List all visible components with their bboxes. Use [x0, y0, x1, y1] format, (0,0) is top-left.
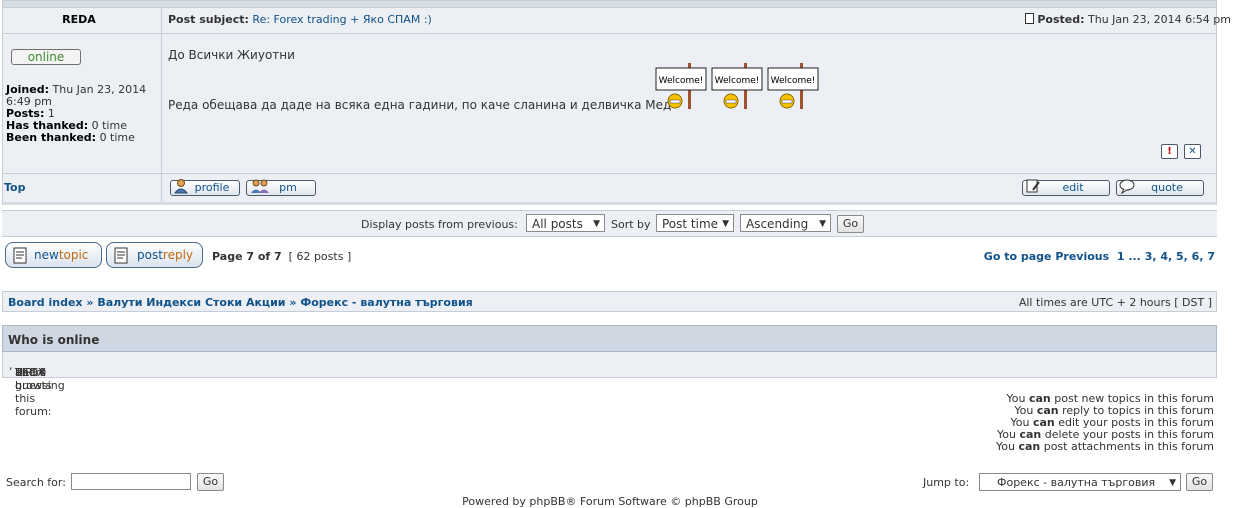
post-subject: Post subject: Re: Forex trading + Яко СП… — [168, 13, 432, 26]
post-body-line2: Реда обещава да даде на всяка една гадин… — [168, 98, 672, 112]
post-author[interactable]: REDA — [0, 13, 158, 26]
who-is-online-title: Who is online — [8, 333, 100, 347]
display-go-button[interactable]: Go — [837, 215, 864, 233]
jump-to-value: Форекс - валутна търговия — [997, 476, 1156, 489]
display-options-bar — [2, 210, 1217, 237]
welcome-smiley-icon: Welcome! — [655, 63, 707, 109]
sort-value: Post time — [662, 217, 719, 231]
dropdown-arrow-icon: ▼ — [593, 219, 600, 229]
post-top-border — [3, 1, 1216, 8]
subject-label: Post subject: — [168, 13, 249, 26]
pagination: Go to page Previous 1 ... 3, 4, 5, 6, 7 — [984, 250, 1215, 263]
order-value: Ascending — [746, 217, 809, 231]
breadcrumb-bar: Board index » Валути Индекси Стоки Акции… — [2, 291, 1217, 312]
jump-to-select[interactable]: Форекс - валутна търговия ▼ — [979, 473, 1181, 491]
document-icon — [114, 247, 128, 264]
page-info: Page 7 of 7 [ 62 posts ] — [212, 250, 351, 263]
post-info-icon[interactable]: ✕ — [1184, 144, 1201, 159]
been-thanked-value: 0 time — [99, 131, 135, 144]
search-input[interactable] — [71, 473, 191, 490]
sort-select[interactable]: Post time ▼ — [656, 214, 734, 232]
new-topic-label: newtopic — [34, 248, 89, 262]
page-links[interactable]: 1 ... 3, 4, 5, 6, 7 — [1117, 250, 1215, 263]
row-divider — [3, 173, 1216, 174]
post-body-line1: До Всички Жиуотни — [168, 48, 295, 62]
goto-page-label[interactable]: Go to page — [984, 250, 1052, 263]
sort-label: Sort by — [611, 218, 651, 231]
breadcrumb-separator: » — [86, 296, 94, 309]
welcome-sign-text: Welcome! — [771, 76, 816, 86]
breadcrumb-separator: » — [289, 296, 297, 309]
been-thanked-label: Been thanked: — [6, 131, 97, 144]
row-divider — [3, 33, 1216, 34]
who-is-online-body: Users browsing this forum: REDA, TIPSY a… — [2, 352, 1217, 418]
guests-count: and 0 guests — [15, 366, 52, 392]
pm-button[interactable]: pm — [246, 179, 316, 196]
users-browsing: Users browsing this forum: REDA, TIPSY a… — [9, 359, 65, 418]
post-icon[interactable] — [1025, 13, 1035, 24]
breadcrumb-board-index[interactable]: Board index — [8, 296, 83, 309]
post-reply-button[interactable]: postreply — [106, 242, 203, 268]
breadcrumb-category[interactable]: Валути Индекси Стоки Акции — [97, 296, 285, 309]
jump-go-button[interactable]: Go — [1186, 473, 1213, 491]
jump-to-label: Jump to: — [923, 476, 970, 489]
welcome-sign-text: Welcome! — [715, 76, 760, 86]
posted-label: Posted: — [1037, 13, 1085, 26]
page-number: Page 7 of 7 — [212, 250, 282, 263]
quote-button-label: quote — [1151, 181, 1183, 194]
post-reply-label: postreply — [137, 248, 194, 262]
order-select[interactable]: Ascending ▼ — [740, 214, 831, 232]
quote-button[interactable]: quote — [1116, 179, 1204, 196]
permission-line: You can post attachments in this forum — [995, 440, 1214, 453]
new-topic-button[interactable]: newtopic — [5, 242, 102, 268]
welcome-smiley-icon: Welcome! — [711, 63, 763, 109]
post-date: Posted: Thu Jan 23, 2014 6:54 pm — [1025, 13, 1231, 26]
timezone-info: All times are UTC + 2 hours [ DST ] — [1018, 296, 1212, 309]
welcome-sign-text: Welcome! — [659, 76, 704, 86]
posts-filter-select[interactable]: All posts ▼ — [526, 214, 605, 232]
edit-button[interactable]: edit — [1022, 179, 1110, 196]
author-profile-info: Joined: Thu Jan 23, 2014 6:49 pm Posts: … — [6, 84, 154, 144]
posts-filter-value: All posts — [532, 217, 583, 231]
welcome-smiley-icon: Welcome! — [767, 63, 819, 109]
report-post-icon[interactable]: ! — [1161, 144, 1178, 159]
previous-page-link[interactable]: Previous — [1055, 250, 1109, 263]
forum-permissions: You can post new topics in this forum Yo… — [996, 393, 1214, 453]
dropdown-arrow-icon: ▼ — [722, 219, 729, 229]
profile-button-label: profile — [194, 181, 230, 194]
top-link[interactable]: Top — [4, 181, 25, 194]
search-go-button[interactable]: Go — [197, 473, 224, 491]
who-is-online-header: Who is online — [2, 325, 1217, 352]
profile-button[interactable]: profile — [170, 179, 240, 196]
dropdown-arrow-icon: ▼ — [819, 219, 826, 229]
breadcrumb: Board index » Валути Индекси Стоки Акции… — [8, 296, 473, 309]
breadcrumb-forum[interactable]: Форекс - валутна търговия — [300, 296, 472, 309]
display-label: Display posts from previous: — [361, 218, 518, 231]
posts-count: [ 62 posts ] — [288, 250, 352, 263]
powered-by-footer: Powered by phpBB® Forum Software © phpBB… — [462, 495, 758, 508]
post-bottom-border — [3, 202, 1216, 205]
document-icon — [13, 247, 27, 264]
dropdown-arrow-icon: ▼ — [1169, 478, 1176, 488]
search-label: Search for: — [6, 476, 66, 489]
subject-link[interactable]: Re: Forex trading + Яко СПАМ :) — [252, 13, 431, 26]
edit-button-label: edit — [1062, 181, 1084, 194]
posted-date: Thu Jan 23, 2014 6:54 pm — [1088, 13, 1231, 26]
pm-button-label: pm — [279, 181, 297, 194]
online-badge: online — [11, 49, 81, 65]
column-divider — [161, 7, 162, 204]
